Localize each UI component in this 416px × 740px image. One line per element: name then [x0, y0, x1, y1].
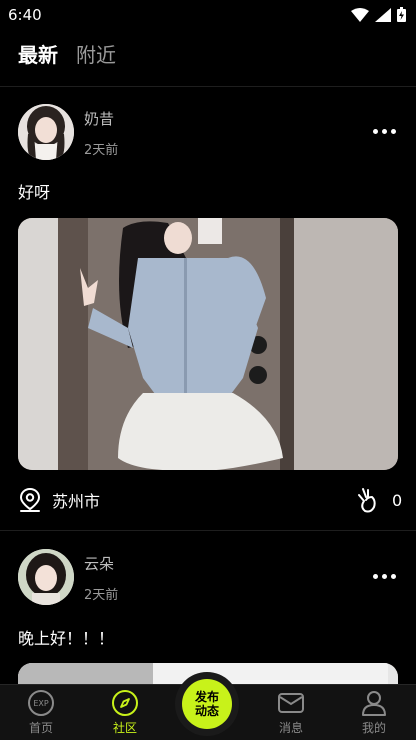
user-icon — [362, 691, 386, 716]
post-text: 好呀 — [18, 183, 51, 202]
compass-icon — [112, 690, 138, 716]
more-options-icon[interactable] — [373, 124, 403, 138]
location-pin-icon — [19, 487, 41, 512]
avatar[interactable] — [18, 104, 74, 160]
post-time: 2天前 — [84, 143, 119, 158]
battery-icon — [397, 7, 406, 22]
svg-text:EXP: EXP — [33, 699, 49, 708]
more-options-icon[interactable] — [373, 569, 403, 583]
status-time: 6:40 — [8, 6, 42, 24]
post-username[interactable]: 云朵 — [84, 553, 114, 574]
publish-post-button[interactable]: 发布 动态 — [182, 679, 232, 729]
publish-label-line2: 动态 — [194, 704, 219, 718]
tab-latest[interactable]: 最新 — [18, 40, 58, 70]
nav-messages[interactable]: 消息 — [256, 685, 326, 740]
publish-label-line1: 发布 — [194, 690, 219, 704]
post-time: 2天前 — [84, 588, 119, 603]
hand-heart-icon — [358, 488, 376, 513]
post-photo[interactable] — [18, 218, 398, 470]
nav-community-label: 社区 — [112, 721, 137, 735]
post-divider — [0, 530, 416, 531]
avatar[interactable] — [18, 549, 74, 605]
location-label: 苏州市 — [52, 492, 101, 511]
nav-profile[interactable]: 我的 — [339, 685, 409, 740]
nav-home[interactable]: EXP 首页 — [6, 685, 76, 740]
feed-tabs: 最新 附近 — [18, 40, 116, 70]
nav-home-label: 首页 — [28, 721, 53, 735]
home-icon: EXP — [28, 690, 54, 716]
tab-nearby[interactable]: 附近 — [76, 40, 116, 70]
nav-messages-label: 消息 — [278, 721, 303, 735]
status-bar: 6:40 — [0, 0, 416, 30]
mail-icon — [278, 693, 304, 713]
post-text: 晚上好！！！ — [18, 629, 115, 648]
post-username[interactable]: 奶昔 — [84, 108, 114, 129]
header-divider — [0, 86, 416, 87]
post-location[interactable]: 苏州市 — [18, 487, 100, 513]
nav-profile-label: 我的 — [361, 721, 386, 735]
wifi-icon — [351, 7, 369, 22]
like-count: 0 — [392, 490, 403, 510]
like-button[interactable]: 0 — [356, 487, 402, 513]
signal-icon — [375, 7, 391, 22]
nav-community[interactable]: 社区 — [90, 685, 160, 740]
